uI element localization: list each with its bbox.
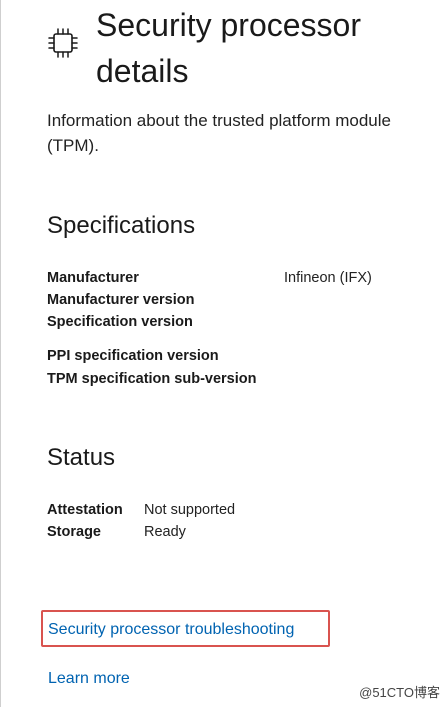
storage-value: Ready xyxy=(144,524,186,540)
manufacturer-version-label: Manufacturer version xyxy=(47,292,195,308)
page-title-line2: details xyxy=(96,53,189,89)
ppi-specification-version-label: PPI specification version xyxy=(47,348,219,364)
page-title-line1: Security processor xyxy=(96,7,361,43)
page-title: Security processor details xyxy=(96,2,436,94)
watermark: @51CTO博客 xyxy=(359,685,440,700)
page-description: Information about the trusted platform m… xyxy=(47,111,391,155)
attestation-value: Not supported xyxy=(144,502,236,518)
specifications-heading: Specifications xyxy=(47,212,196,239)
attestation-label: Attestation xyxy=(47,502,123,518)
processor-chip-icon xyxy=(48,28,78,58)
tpm-specification-sub-version-label: TPM specification sub-version xyxy=(47,371,257,387)
learn-more-link[interactable]: Learn more xyxy=(48,668,130,690)
specification-version-label: Specification version xyxy=(47,314,193,330)
manufacturer-value: Infineon (IFX) xyxy=(284,270,372,286)
status-heading: Status xyxy=(47,444,116,471)
security-processor-details-page: Security processor details Information a… xyxy=(0,0,446,707)
left-divider xyxy=(0,0,1,707)
security-processor-troubleshooting-link[interactable]: Security processor troubleshooting xyxy=(48,619,294,641)
manufacturer-label: Manufacturer xyxy=(47,270,139,286)
storage-label: Storage xyxy=(47,524,101,540)
